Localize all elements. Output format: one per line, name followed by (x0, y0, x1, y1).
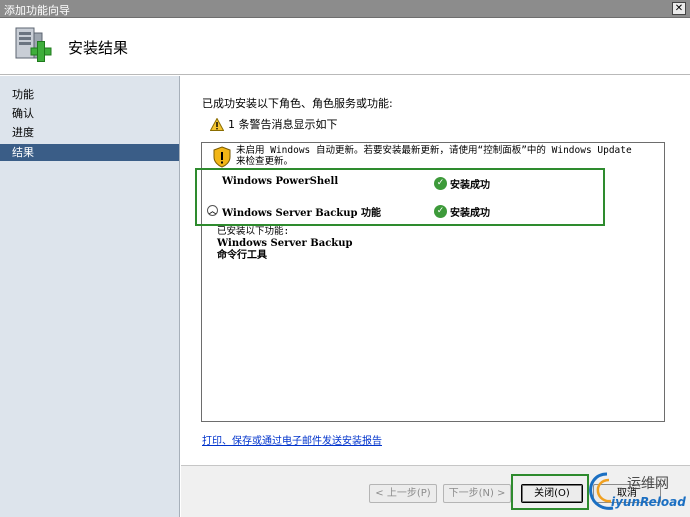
check-icon: ✓ (434, 177, 447, 190)
warning-icon (210, 117, 224, 131)
previous-button[interactable]: < 上一步(P) (369, 484, 437, 503)
installed-item: Windows Server Backup (217, 238, 353, 249)
sidebar-item-progress[interactable]: 进度 (0, 124, 179, 141)
shield-warning-icon (213, 146, 231, 168)
print-report-link[interactable]: 打印、保存或通过电子邮件发送安装报告 (202, 432, 382, 447)
update-notice-line-2: 来检查更新。 (236, 156, 294, 167)
update-notice-text: 未启用 Windows 自动更新。若要安装最新更新，请使用“控制面板”中的 Wi… (236, 145, 632, 167)
collapse-toggle-icon[interactable]: ︿ (207, 205, 218, 216)
window-title: 添加功能向导 (4, 4, 70, 17)
page-title: 安装结果 (68, 39, 129, 57)
wizard-header: 安装结果 (0, 19, 690, 75)
result-status-text: 安装成功 (450, 208, 490, 219)
result-status: ✓ 安装成功 (434, 204, 490, 219)
results-page: 已成功安装以下角色、角色服务或功能: 1 条警告消息显示如下 未启用 Windo… (181, 76, 690, 465)
installed-item: 命令行工具 (217, 250, 267, 261)
sidebar-item-features[interactable]: 功能 (0, 86, 179, 103)
close-window-button[interactable]: ✕ (672, 2, 686, 15)
installed-features: 已安装以下功能: Windows Server Backup 命令行工具 (217, 226, 353, 262)
intro-text: 已成功安装以下角色、角色服务或功能: (202, 97, 393, 110)
watermark-logo: 运维网 iyunReload (585, 468, 690, 517)
sidebar-item-results[interactable]: 结果 (0, 144, 179, 161)
update-notice: 未启用 Windows 自动更新。若要安装最新更新，请使用“控制面板”中的 Wi… (212, 145, 662, 169)
title-bar: 添加功能向导 ✕ (0, 0, 690, 18)
update-notice-line-1: 未启用 Windows 自动更新。若要安装最新更新，请使用“控制面板”中的 Wi… (236, 145, 632, 156)
result-name: Windows PowerShell (222, 176, 339, 187)
watermark-en-text: iyunReload (611, 495, 686, 509)
wizard-steps-sidebar: 功能 确认 进度 结果 (0, 76, 180, 517)
close-button[interactable]: 关闭(O) (521, 484, 583, 503)
results-list[interactable]: 未启用 Windows 自动更新。若要安装最新更新，请使用“控制面板”中的 Wi… (201, 142, 665, 422)
check-icon: ✓ (434, 205, 447, 218)
warning-summary: 1 条警告消息显示如下 (210, 116, 338, 132)
sidebar-item-confirm[interactable]: 确认 (0, 105, 179, 122)
result-status: ✓ 安装成功 (434, 176, 490, 191)
result-status-text: 安装成功 (450, 180, 490, 191)
next-button[interactable]: 下一步(N) > (443, 484, 511, 503)
warning-count-text: 1 条警告消息显示如下 (228, 118, 338, 131)
watermark-cn-text: 运维网 (627, 476, 669, 492)
server-add-icon (15, 27, 52, 62)
result-name: Windows Server Backup 功能 (222, 208, 381, 219)
installed-header: 已安装以下功能: (217, 226, 290, 237)
